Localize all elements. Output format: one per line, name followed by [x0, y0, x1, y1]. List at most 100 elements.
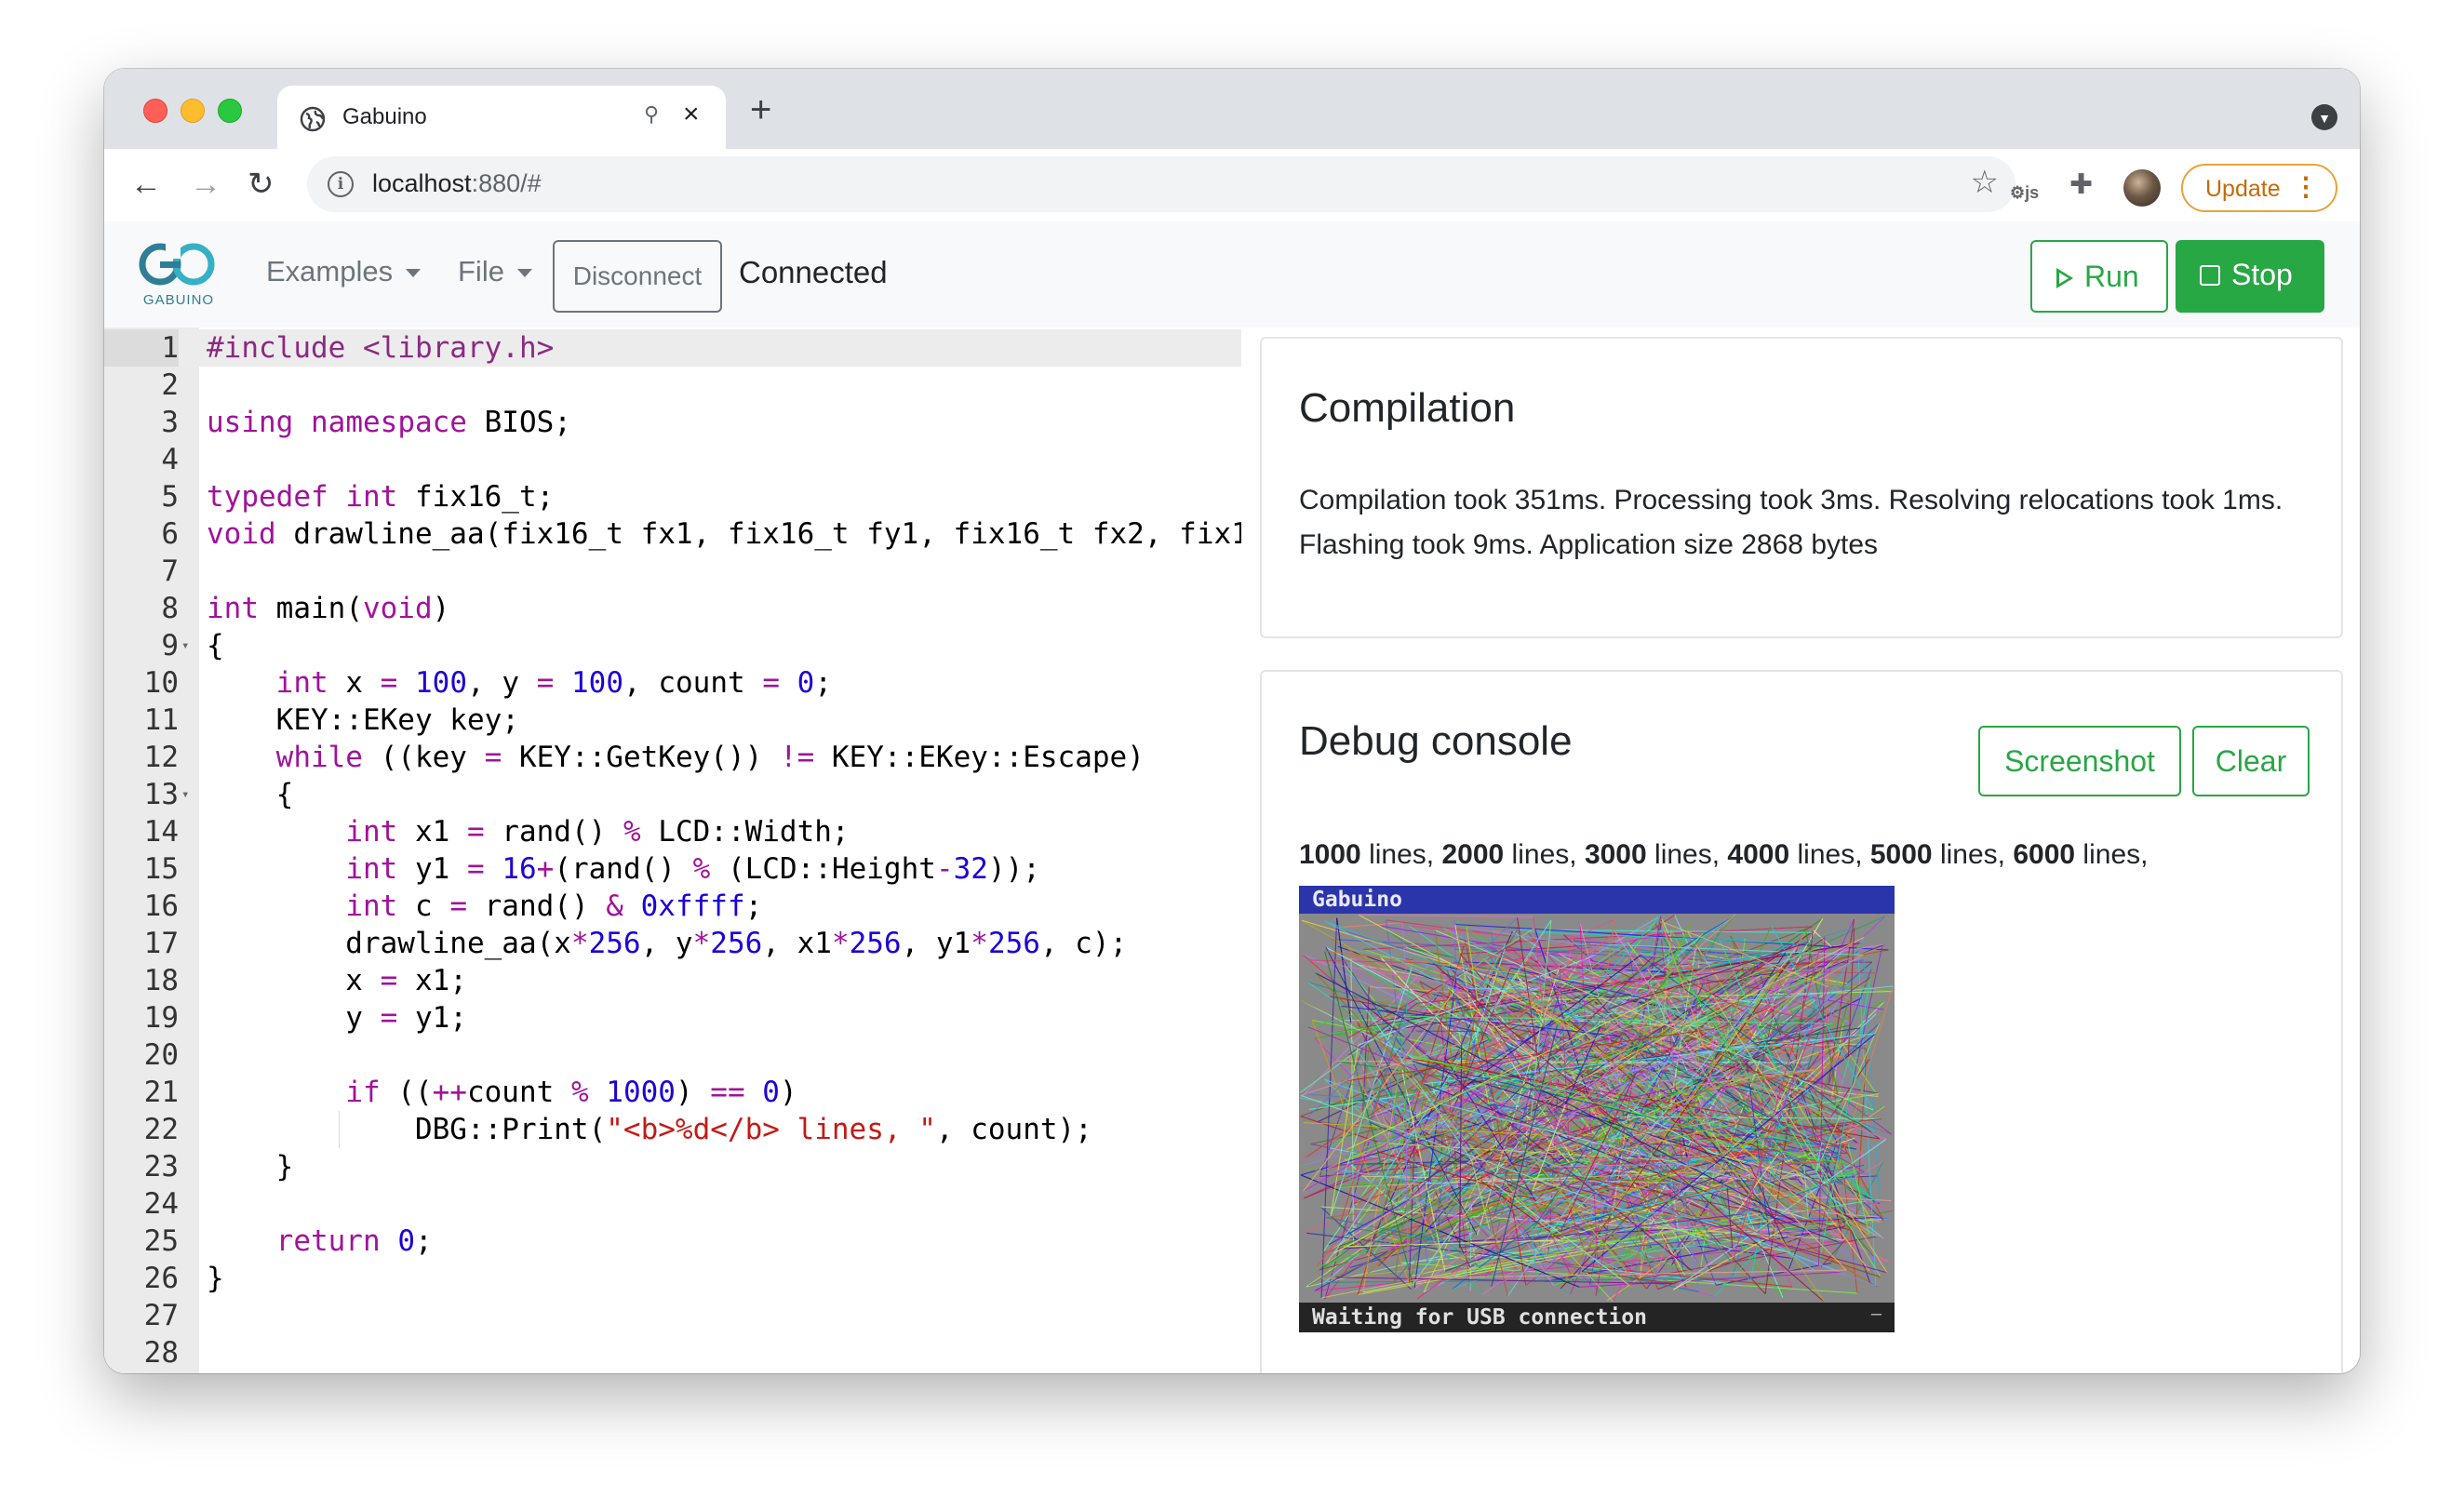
line-number: 11 — [143, 703, 179, 737]
code-line[interactable]: 15 int y1 = 16+(rand() % (LCD::Height-32… — [104, 850, 1241, 888]
code-line[interactable]: 7 — [104, 553, 1241, 590]
examples-menu[interactable]: Examples — [266, 255, 422, 288]
line-number: 5 — [161, 480, 179, 514]
code-line[interactable]: 9 ▾ { — [104, 627, 1241, 664]
close-window-button[interactable] — [143, 99, 167, 123]
screen-titlebar: Gabuino — [1299, 886, 1895, 914]
line-text: while ((key = KEY::GetKey()) != KEY::EKe… — [275, 741, 1145, 774]
line-text: using namespace BIOS; — [207, 406, 571, 439]
line-count: 5000 — [1869, 839, 1933, 870]
line-number: 18 — [143, 964, 179, 997]
address-bar[interactable]: i localhost:880/# ☆ — [307, 156, 2015, 212]
gabuino-logo[interactable]: GABUINO — [132, 242, 225, 313]
close-tab-icon[interactable]: × — [683, 99, 700, 130]
line-count: 6000 — [2013, 839, 2076, 870]
brand-text: GABUINO — [142, 292, 215, 308]
line-count: 4000 — [1727, 839, 1790, 870]
tab-title: Gabuino — [342, 104, 427, 129]
screenshot-button[interactable]: Screenshot — [1978, 726, 2181, 796]
line-text: int c = rand() & 0xffff; — [345, 889, 763, 923]
tab-strip: Gabuino ⚲ × + ▼ — [104, 69, 2360, 149]
browser-window: Gabuino ⚲ × + ▼ ← → ↻ i localhost:880/# … — [104, 69, 2360, 1373]
line-text: drawline_aa(x*256, y*256, x1*256, y1*256… — [207, 927, 1128, 960]
code-line[interactable]: 3 using namespace BIOS; — [104, 404, 1241, 441]
url-text[interactable]: localhost:880/# — [372, 169, 542, 198]
site-info-icon[interactable]: i — [328, 171, 354, 197]
stop-square-icon — [2200, 265, 2220, 286]
code-line[interactable]: 25 return 0; — [104, 1223, 1241, 1260]
new-tab-button[interactable]: + — [750, 91, 771, 128]
code-line[interactable]: 13 ▾ { — [104, 776, 1241, 813]
fold-arrow-icon[interactable]: ▾ — [181, 776, 189, 813]
back-arrow-icon[interactable]: ← — [130, 166, 162, 203]
stop-button[interactable]: Stop — [2176, 240, 2324, 313]
browser-tab[interactable]: Gabuino ⚲ × — [277, 86, 726, 149]
code-line[interactable]: 22 DBG::Print("<b>%d</b> lines, ", count… — [104, 1111, 1241, 1148]
code-line[interactable]: 18 x = x1; — [104, 962, 1241, 999]
code-line[interactable]: 8 int main(void) — [104, 590, 1241, 627]
line-text: { — [207, 629, 224, 662]
tab-search-icon[interactable]: ▼ — [2311, 104, 2337, 130]
code-line[interactable]: 12 while ((key = KEY::GetKey()) != KEY::… — [104, 739, 1241, 776]
line-number: 27 — [143, 1299, 179, 1332]
line-number: 10 — [143, 666, 179, 700]
line-text: void drawline_aa(fix16_t fx1, fix16_t fy… — [207, 517, 1241, 551]
line-number: 20 — [143, 1038, 179, 1072]
line-text: int x = 100, y = 100, count = 0; — [275, 666, 832, 700]
code-line[interactable]: 5 typedef int fix16_t; — [104, 478, 1241, 515]
line-number: 24 — [143, 1187, 179, 1221]
minimize-window-button[interactable] — [181, 99, 205, 123]
line-number: 15 — [143, 852, 179, 886]
code-line[interactable]: 23 } — [104, 1148, 1241, 1185]
file-menu[interactable]: File — [458, 255, 532, 288]
js-extension-icon[interactable]: ⚙js — [2010, 177, 2039, 208]
code-line[interactable]: 28 — [104, 1334, 1241, 1371]
code-line[interactable]: 27 — [104, 1297, 1241, 1334]
code-lines[interactable]: 1 #include <library.h> 2 3 using namespace B… — [104, 329, 1241, 1371]
menu-dots-icon: ⋮ — [2293, 172, 2319, 201]
code-line[interactable]: 14 int x1 = rand() % LCD::Width; — [104, 813, 1241, 850]
code-line[interactable]: 11 KEY::EKey key; — [104, 702, 1241, 739]
connection-status: Connected — [739, 255, 888, 289]
line-number: 8 — [161, 592, 179, 625]
bookmark-star-icon[interactable]: ☆ — [1971, 164, 1999, 201]
line-number: 13 — [143, 778, 179, 811]
line-text: DBG::Print("<b>%d</b> lines, ", count); — [207, 1113, 1092, 1146]
line-number: 1 — [104, 329, 179, 367]
line-text: int x1 = rand() % LCD::Width; — [345, 815, 850, 849]
line-number: 22 — [143, 1113, 179, 1146]
compilation-card: Compilation Compilation took 351ms. Proc… — [1260, 337, 2343, 638]
clear-button[interactable]: Clear — [2192, 726, 2310, 796]
run-button[interactable]: Run — [2030, 240, 2168, 313]
code-line[interactable]: 21 if ((++count % 1000) == 0) — [104, 1074, 1241, 1111]
logo-mark-icon — [139, 242, 215, 286]
update-button[interactable]: Update ⋮ — [2181, 164, 2337, 212]
code-line[interactable]: 4 — [104, 441, 1241, 478]
code-line[interactable]: 6 void drawline_aa(fix16_t fx1, fix16_t f… — [104, 515, 1241, 553]
disconnect-button[interactable]: Disconnect — [553, 240, 722, 313]
code-line[interactable]: 19 y = y1; — [104, 999, 1241, 1036]
code-line[interactable]: 10 int x = 100, y = 100, count = 0; — [104, 664, 1241, 702]
code-line[interactable]: 26} — [104, 1260, 1241, 1297]
maximize-window-button[interactable] — [218, 99, 242, 123]
line-number: 17 — [143, 927, 179, 960]
code-line[interactable]: 24 — [104, 1185, 1241, 1223]
debug-output: 1000 lines, 2000 lines, 3000 lines, 4000… — [1299, 839, 2149, 870]
reload-icon[interactable]: ↻ — [248, 166, 275, 203]
line-text: { — [207, 778, 294, 811]
usb-icon: ⚲ — [644, 102, 660, 126]
profile-avatar[interactable] — [2123, 169, 2161, 207]
line-count: 1000 — [1299, 839, 1361, 870]
code-line[interactable]: 16 int c = rand() & 0xffff; — [104, 888, 1241, 925]
code-line[interactable]: 1 #include <library.h> — [104, 329, 1241, 367]
code-line[interactable]: 17 drawline_aa(x*256, y*256, x1*256, y1*… — [104, 925, 1241, 962]
extensions-puzzle-icon[interactable]: ✚ — [2069, 169, 2093, 201]
device-screenshot: Gabuino Waiting for USB connection – — [1299, 886, 1895, 1332]
forward-arrow-icon[interactable]: → — [190, 166, 221, 203]
debug-console-card: Debug console Screenshot Clear 1000 line… — [1260, 670, 2343, 1373]
code-editor[interactable]: 1 #include <library.h> 2 3 using namespace B… — [104, 328, 1241, 1373]
code-line[interactable]: 2 — [104, 367, 1241, 404]
code-line[interactable]: 20 — [104, 1036, 1241, 1074]
line-text: int main(void) — [207, 592, 450, 625]
fold-arrow-icon[interactable]: ▾ — [181, 627, 189, 664]
